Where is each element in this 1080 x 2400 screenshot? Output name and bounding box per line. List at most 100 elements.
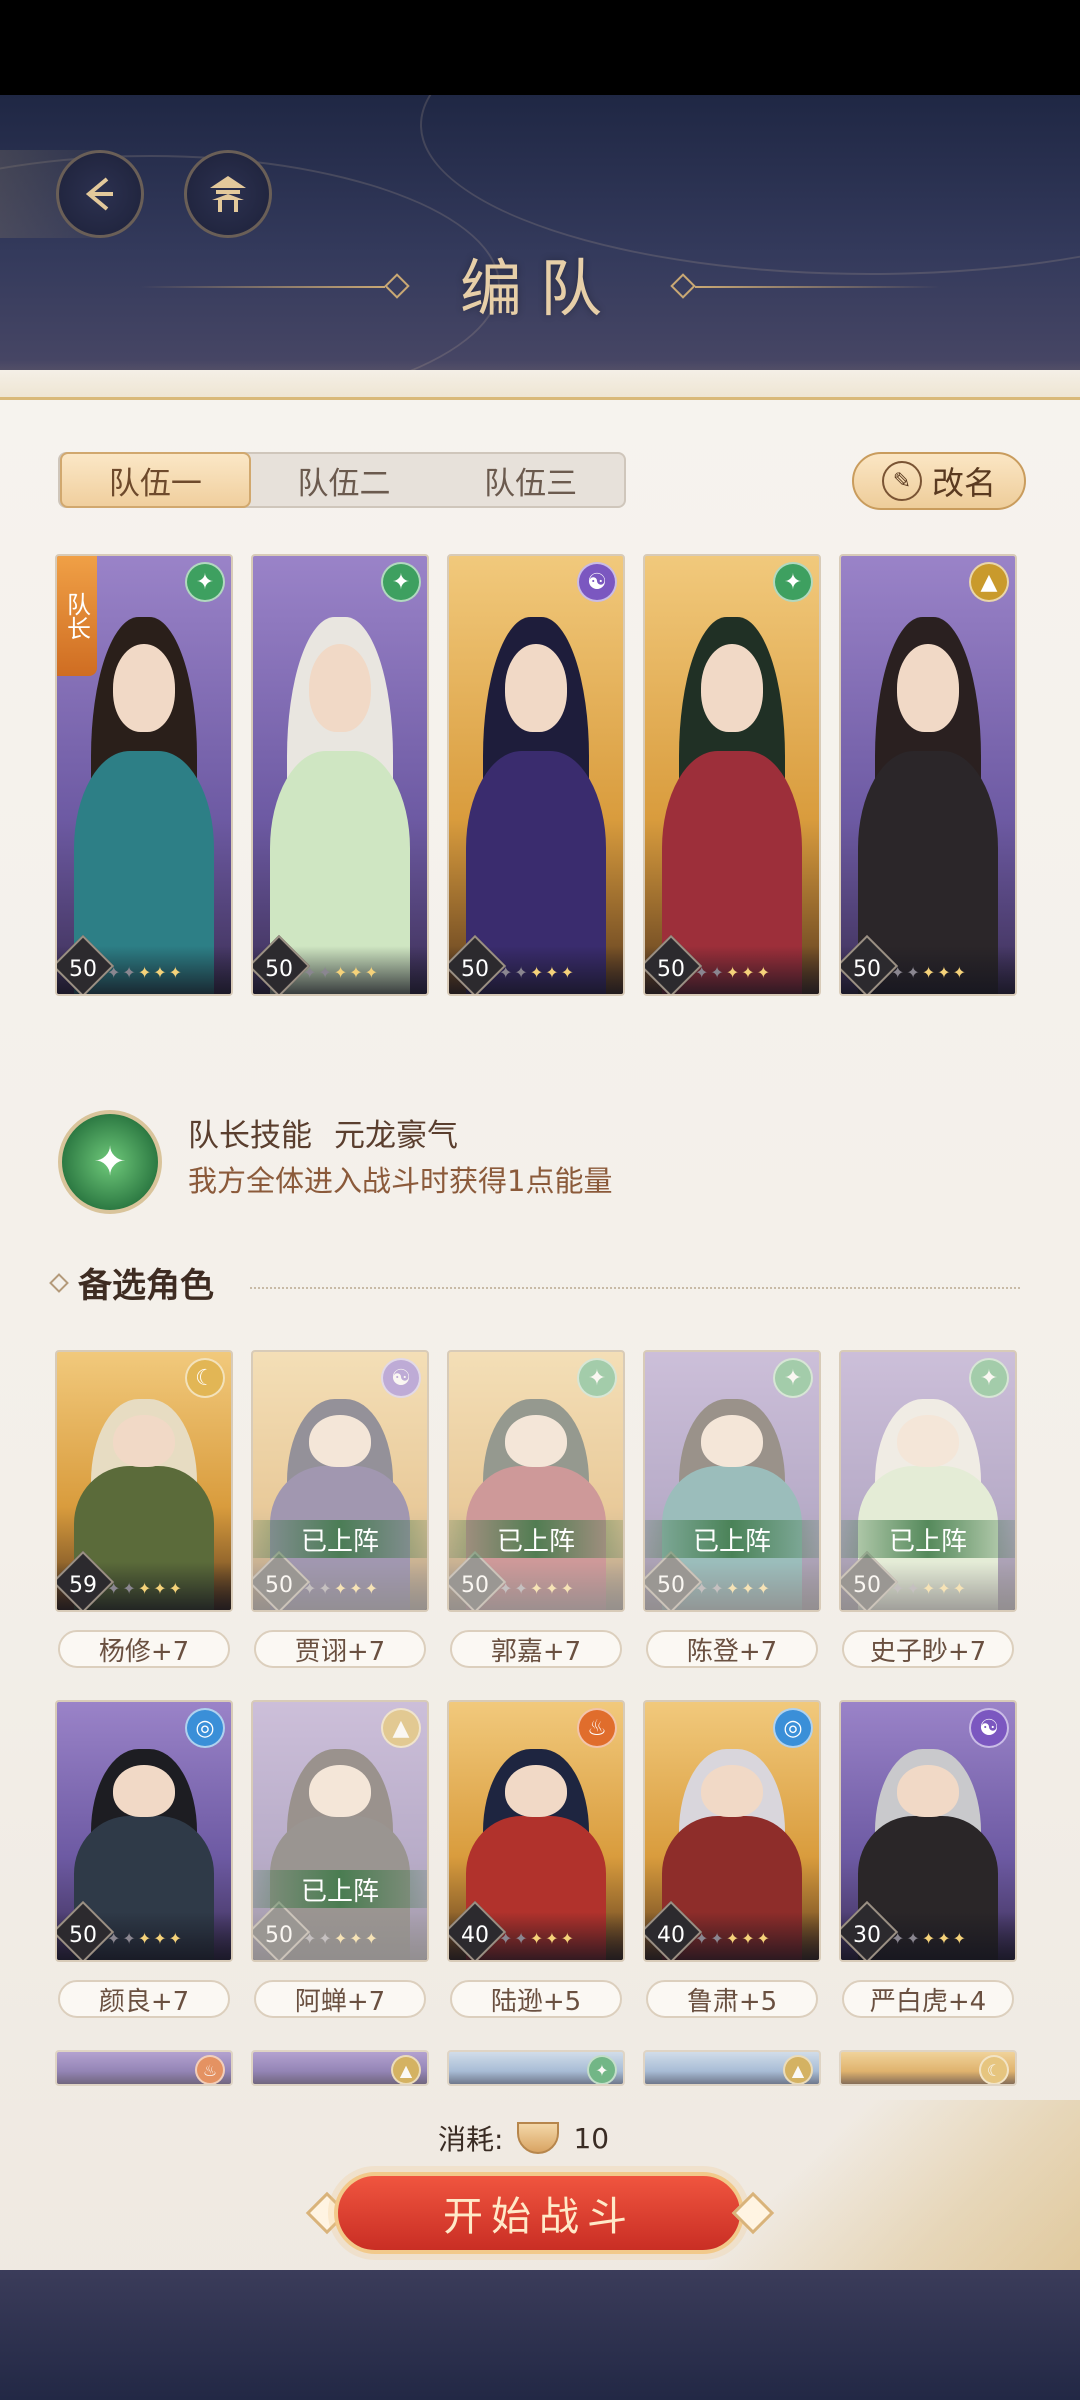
moon-element-icon: ☾ [185, 1358, 225, 1398]
candidate-name: 陆逊+5 [450, 1980, 622, 2018]
candidate-name: 史子眇+7 [842, 1630, 1014, 1668]
star-rating: ✦✦✦✦✦ [695, 963, 773, 982]
team-tabs: 队伍一 队伍二 队伍三 [58, 452, 626, 508]
green-element-icon: ✦ [185, 562, 225, 602]
brush-icon: ✎ [881, 461, 922, 501]
candidate-card-partial[interactable]: ♨ [55, 2050, 233, 2086]
deployed-tag: 已上阵 [253, 1520, 427, 1558]
candidate-card[interactable]: ✦50✦✦✦✦✦已上阵 [839, 1350, 1017, 1612]
back-button[interactable] [56, 150, 144, 238]
leader-skill-title: 队长技能 元龙豪气 [188, 1110, 458, 1155]
home-button[interactable] [184, 150, 272, 238]
candidate-card[interactable]: ♨ 40 ✦✦✦✦✦ [447, 1700, 625, 1962]
level-value: 59 [69, 1572, 97, 1598]
candidate-name: 颜良+7 [58, 1980, 230, 2018]
purple-element-icon: ☯ [969, 1708, 1009, 1748]
diamond-icon [49, 1272, 69, 1293]
candidate-name: 严白虎+4 [842, 1980, 1014, 2018]
fire-element-icon: ♨ [577, 1708, 617, 1748]
bowl-icon [517, 2122, 560, 2154]
star-rating: ✦✦✦✦✦ [107, 1579, 185, 1598]
deployed-tag: 已上阵 [253, 1870, 427, 1908]
back-arrow-icon [85, 177, 113, 211]
fire-element-icon: ♨ [195, 2055, 225, 2084]
star-rating: ✦✦✦✦✦ [303, 963, 381, 982]
tab-team-3[interactable]: 队伍三 [437, 454, 624, 506]
candidate-card[interactable]: ✦50✦✦✦✦✦已上阵 [643, 1350, 821, 1612]
cost-display: 消耗: 10 [438, 2118, 609, 2158]
candidate-card[interactable]: ◎ 50 ✦✦✦✦✦ [55, 1700, 233, 1962]
candidate-card-partial[interactable]: ▲ [643, 2050, 821, 2086]
character-face [113, 1764, 175, 1818]
level-value: 50 [657, 956, 685, 982]
candidate-card[interactable]: ☯50✦✦✦✦✦已上阵 [251, 1350, 429, 1612]
candidate-name: 贾诩+7 [254, 1630, 426, 1668]
candidate-card[interactable]: ☾ 59 ✦✦✦✦✦ [55, 1350, 233, 1612]
character-face [113, 643, 175, 733]
character-face [113, 1414, 175, 1468]
green-element-icon: ✦ [381, 562, 421, 602]
leader-skill-description: 我方全体进入战斗时获得1点能量 [188, 1164, 613, 1198]
character-face [701, 1764, 763, 1818]
candidate-card[interactable]: ✦50✦✦✦✦✦已上阵 [447, 1350, 625, 1612]
deployed-tag: 已上阵 [645, 1520, 819, 1558]
candidate-card[interactable]: ◎ 40 ✦✦✦✦✦ [643, 1700, 821, 1962]
moon-element-icon: ☾ [979, 2055, 1009, 2084]
star-rating: ✦✦✦✦✦ [107, 1929, 185, 1948]
tab-team-2[interactable]: 队伍二 [251, 454, 438, 506]
level-value: 50 [69, 1922, 97, 1948]
pavilion-icon [210, 176, 246, 212]
purple-element-icon: ☯ [577, 562, 617, 602]
character-face [309, 643, 371, 733]
level-value: 30 [853, 1922, 881, 1948]
character-face [701, 643, 763, 733]
status-bar [0, 0, 1080, 95]
bottom-background [0, 2270, 1080, 2400]
character-portrait [466, 582, 606, 994]
star-rating: ✦✦✦✦✦ [891, 963, 969, 982]
candidate-name: 阿蝉+7 [254, 1980, 426, 2018]
star-rating: ✦✦✦✦✦ [499, 963, 577, 982]
team-slot-4[interactable]: ✦ 50 ✦✦✦✦✦ [643, 554, 821, 996]
star-rating: ✦✦✦✦✦ [499, 1929, 577, 1948]
star-rating: ✦✦✦✦✦ [891, 1929, 969, 1948]
candidate-card-partial[interactable]: ▲ [251, 2050, 429, 2086]
blue-element-icon: ◎ [185, 1708, 225, 1748]
title-line-right [695, 286, 940, 288]
character-face [505, 643, 567, 733]
candidate-name: 杨修+7 [58, 1630, 230, 1668]
leader-skill-icon[interactable]: ✦ [58, 1110, 162, 1214]
team-slot-1[interactable]: ✦ 50 ✦✦✦✦✦ 队长 [55, 554, 233, 996]
skill-label: 队长技能 [188, 1118, 312, 1154]
start-battle-button[interactable]: 开始战斗 [334, 2172, 744, 2254]
candidate-card[interactable]: ☯ 30 ✦✦✦✦✦ [839, 1700, 1017, 1962]
candidate-card-partial[interactable]: ✦ [447, 2050, 625, 2086]
deployed-overlay [253, 1352, 427, 1610]
level-value: 50 [69, 956, 97, 982]
character-portrait [270, 582, 410, 994]
tab-team-1[interactable]: 队伍一 [60, 452, 251, 508]
gold-element-icon: ▲ [391, 2055, 421, 2084]
cost-label: 消耗: [438, 2123, 504, 2156]
candidate-card[interactable]: ▲50✦✦✦✦✦已上阵 [251, 1700, 429, 1962]
candidates-heading: 备选角色 [49, 1258, 214, 1307]
candidates-title: 备选角色 [78, 1266, 214, 1306]
level-value: 40 [657, 1922, 685, 1948]
rename-button[interactable]: ✎ 改名 [852, 452, 1026, 510]
level-value: 50 [853, 956, 881, 982]
candidate-card-partial[interactable]: ☾ [839, 2050, 1017, 2086]
rename-label: 改名 [931, 464, 996, 502]
candidate-name: 郭嘉+7 [450, 1630, 622, 1668]
team-slot-5[interactable]: ▲ 50 ✦✦✦✦✦ [839, 554, 1017, 996]
star-rating: ✦✦✦✦✦ [695, 1929, 773, 1948]
deployed-tag: 已上阵 [841, 1520, 1015, 1558]
candidate-name: 陈登+7 [646, 1630, 818, 1668]
team-slot-3[interactable]: ☯ 50 ✦✦✦✦✦ [447, 554, 625, 996]
character-face [897, 1764, 959, 1818]
team-slot-2[interactable]: ✦ 50 ✦✦✦✦✦ [251, 554, 429, 996]
section-divider [250, 1287, 1020, 1289]
deployed-overlay [253, 1702, 427, 1960]
character-face [897, 643, 959, 733]
deployed-overlay [449, 1352, 623, 1610]
captain-badge: 队长 [57, 556, 97, 676]
